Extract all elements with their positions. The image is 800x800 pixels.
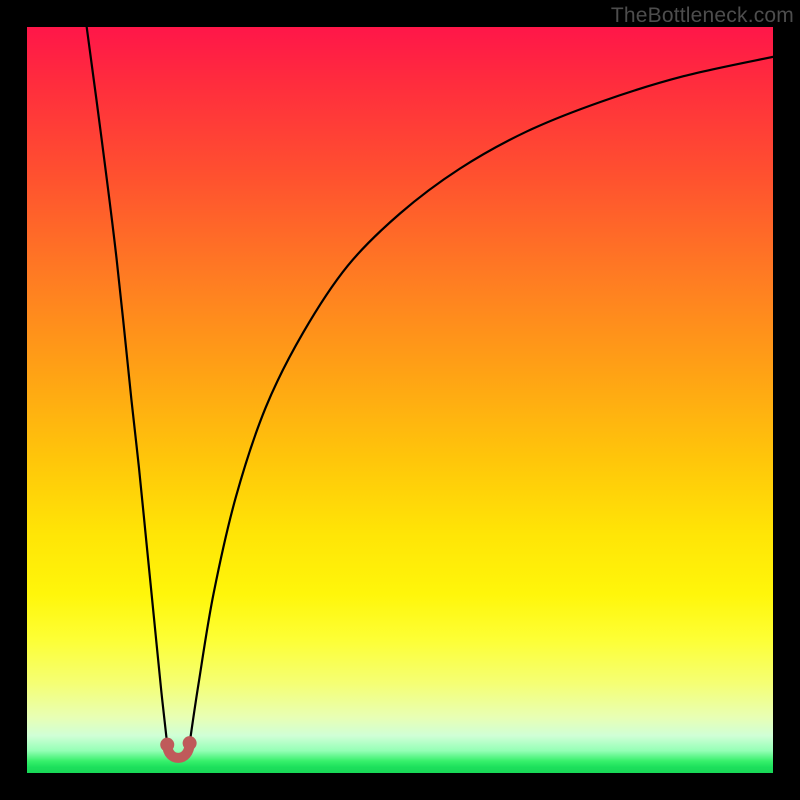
curve-layer xyxy=(27,27,773,773)
gradient-plot-area xyxy=(27,27,773,773)
right-branch-line xyxy=(190,57,773,743)
chart-frame: TheBottleneck.com xyxy=(0,0,800,800)
watermark-text: TheBottleneck.com xyxy=(611,4,794,28)
trough-left-marker xyxy=(160,738,174,752)
left-branch-line xyxy=(87,27,168,745)
trough-right-marker xyxy=(183,736,197,750)
trough-u-link xyxy=(167,743,189,758)
